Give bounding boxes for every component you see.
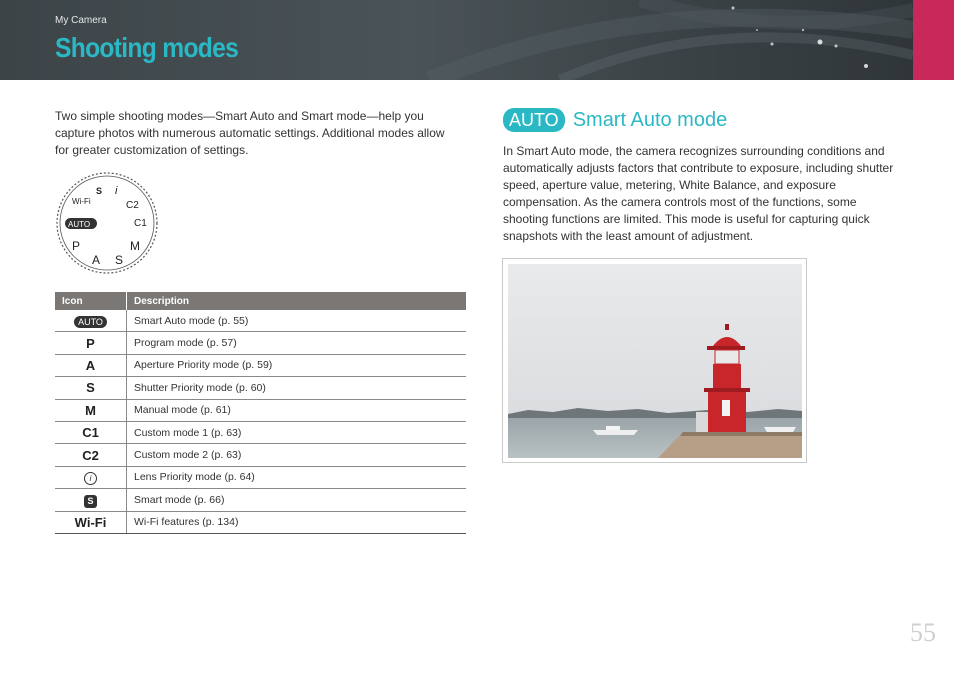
dial-label-c2: C2 — [126, 200, 139, 211]
shutter-icon: S — [55, 376, 127, 400]
manual-icon: M — [55, 399, 127, 422]
chapter-tab[interactable] — [913, 0, 954, 80]
section-title: Smart Auto mode — [572, 108, 728, 131]
table-row: A Aperture Priority mode (p. 59) — [55, 354, 466, 378]
table-row: i Lens Priority mode (p. 64) — [55, 466, 466, 490]
mode-dial-illustration: S i C2 C1 M S A P AUTO Wi-Fi — [56, 172, 158, 274]
dial-label-s: S — [115, 253, 123, 267]
auto-mode-icon: AUTO — [503, 108, 565, 132]
row-description[interactable]: Program mode (p. 57) — [126, 331, 466, 355]
aperture-icon: A — [55, 354, 127, 378]
row-description[interactable]: Smart Auto mode (p. 55) — [126, 310, 466, 333]
row-description[interactable]: Custom mode 1 (p. 63) — [126, 421, 466, 445]
dial-label-smart: S — [96, 186, 102, 196]
custom2-icon: C2 — [55, 443, 127, 467]
table-row: Wi-Fi Wi-Fi features (p. 134) — [55, 511, 466, 534]
row-description[interactable]: Manual mode (p. 61) — [126, 399, 466, 422]
page-title: Shooting modes — [55, 32, 239, 63]
row-description[interactable]: Custom mode 2 (p. 63) — [126, 443, 466, 467]
breadcrumb[interactable]: My Camera — [55, 15, 107, 26]
wifi-icon: Wi-Fi — [55, 511, 127, 534]
page-number: 55 — [910, 618, 936, 647]
row-description[interactable]: Smart mode (p. 66) — [126, 488, 466, 512]
program-icon: P — [55, 331, 127, 355]
header-description: Description — [126, 292, 466, 310]
dial-label-wifi: Wi-Fi — [72, 197, 91, 206]
dial-label-a: A — [92, 253, 100, 267]
intro-paragraph: Two simple shooting modes—Smart Auto and… — [55, 109, 445, 157]
table-row: S Smart mode (p. 66) — [55, 488, 466, 512]
table-row: AUTO Smart Auto mode (p. 55) — [55, 310, 466, 333]
section-heading: AUTO Smart Auto mode — [503, 108, 727, 132]
row-description[interactable]: Lens Priority mode (p. 64) — [126, 466, 466, 490]
dial-label-c1: C1 — [134, 218, 147, 229]
table-row: P Program mode (p. 57) — [55, 331, 466, 355]
row-description[interactable]: Aperture Priority mode (p. 59) — [126, 354, 466, 378]
row-description[interactable]: Wi-Fi features (p. 134) — [126, 511, 466, 534]
dial-label-auto: AUTO — [68, 220, 90, 229]
lighthouse-photo — [508, 264, 802, 458]
smart-mode-icon: S — [55, 488, 127, 512]
table-row: C2 Custom mode 2 (p. 63) — [55, 443, 466, 467]
table-row: C1 Custom mode 1 (p. 63) — [55, 421, 466, 445]
sample-photo — [502, 258, 807, 463]
lens-priority-icon: i — [55, 466, 127, 490]
row-description[interactable]: Shutter Priority mode (p. 60) — [126, 376, 466, 400]
section-body: In Smart Auto mode, the camera recognize… — [503, 144, 894, 243]
dial-label-m: M — [130, 239, 140, 253]
table-row: S Shutter Priority mode (p. 60) — [55, 376, 466, 400]
table-row: M Manual mode (p. 61) — [55, 399, 466, 422]
auto-icon: AUTO — [55, 310, 127, 333]
dial-label-p: P — [72, 239, 80, 253]
header-icon: Icon — [55, 292, 127, 310]
modes-table: Icon Description AUTO Smart Auto mode (p… — [55, 292, 466, 534]
custom1-icon: C1 — [55, 421, 127, 445]
header-banner: My Camera Shooting modes — [0, 0, 913, 80]
